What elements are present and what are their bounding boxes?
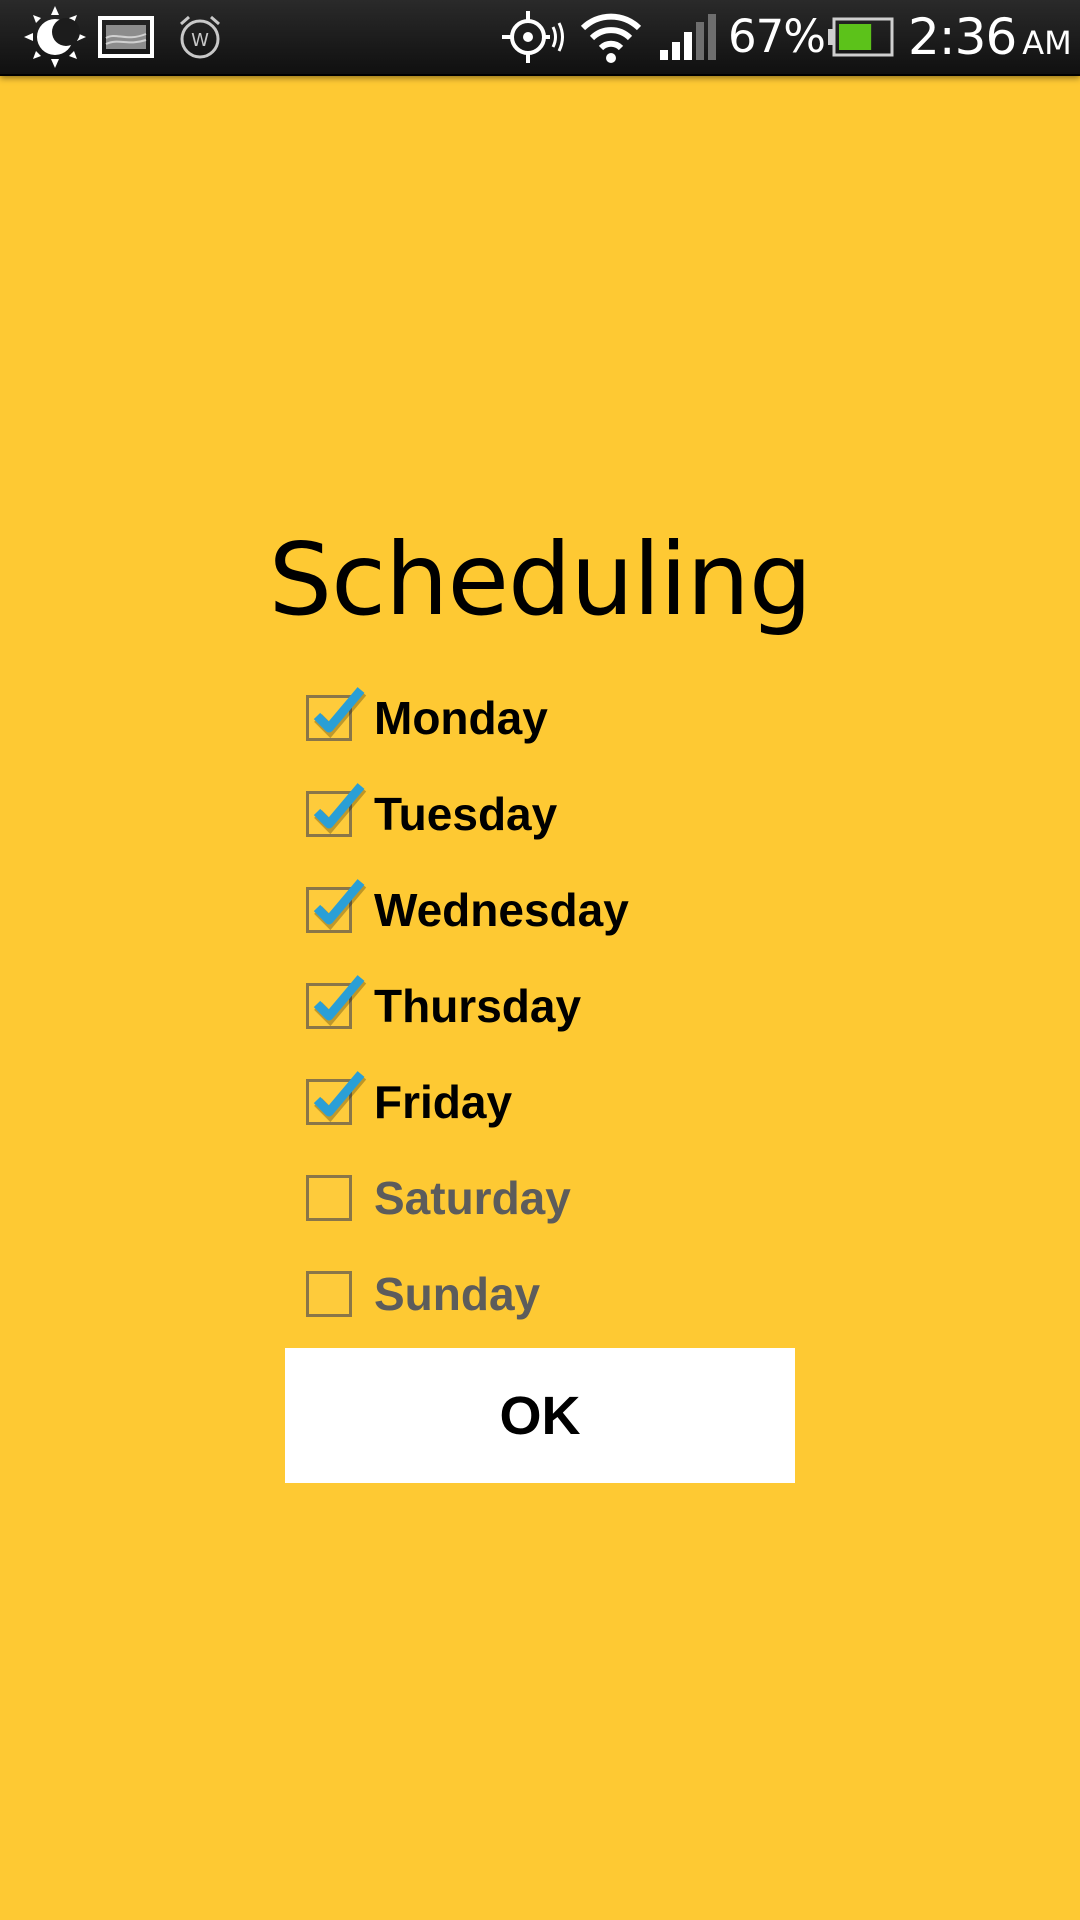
day-row-monday[interactable]: Monday <box>306 670 906 766</box>
signal-icon <box>656 0 718 74</box>
wednesday-checkbox[interactable] <box>306 879 367 933</box>
day-checkbox-list: Monday Tuesday Wednesday Thursday Friday Satu… <box>306 670 906 1342</box>
checkmark-icon <box>313 975 367 1027</box>
ok-button[interactable]: OK <box>285 1348 795 1483</box>
day-row-saturday[interactable]: Saturday <box>306 1150 906 1246</box>
gps-icon <box>498 0 568 74</box>
day-label: Monday <box>374 692 548 744</box>
thursday-checkbox[interactable] <box>306 975 367 1029</box>
day-label: Friday <box>374 1076 513 1128</box>
brightness-icon <box>20 0 90 74</box>
page-title: Scheduling <box>268 521 813 638</box>
saturday-checkbox[interactable] <box>306 1175 352 1221</box>
day-label: Wednesday <box>374 884 629 936</box>
status-time: 2:36 AM <box>908 0 1072 74</box>
tuesday-checkbox[interactable] <box>306 783 367 837</box>
svg-text:W: W <box>191 30 209 51</box>
day-row-tuesday[interactable]: Tuesday <box>306 766 906 862</box>
wifi-icon <box>578 0 644 74</box>
day-row-wednesday[interactable]: Wednesday <box>306 862 906 958</box>
friday-checkbox[interactable] <box>306 1071 367 1125</box>
checkmark-icon <box>313 687 367 739</box>
day-label: Sunday <box>374 1268 541 1320</box>
sunday-checkbox[interactable] <box>306 1271 352 1317</box>
day-label: Tuesday <box>374 788 558 840</box>
time-value: 2:36 <box>908 8 1017 66</box>
time-am-pm: AM <box>1022 24 1072 62</box>
day-row-friday[interactable]: Friday <box>306 1054 906 1150</box>
day-label: Saturday <box>374 1172 571 1224</box>
battery-icon <box>826 0 896 74</box>
checkmark-icon <box>313 879 367 931</box>
checkmark-icon <box>313 783 367 835</box>
monday-checkbox[interactable] <box>306 687 367 741</box>
alarm-icon: W <box>172 0 228 74</box>
day-row-sunday[interactable]: Sunday <box>306 1246 906 1342</box>
status-bar: W 67% 2:36 AM <box>0 0 1080 76</box>
day-label: Thursday <box>374 980 582 1032</box>
battery-percent: 67% <box>728 10 826 63</box>
image-notification-icon <box>96 0 156 74</box>
day-row-thursday[interactable]: Thursday <box>306 958 906 1054</box>
checkmark-icon <box>313 1071 367 1123</box>
